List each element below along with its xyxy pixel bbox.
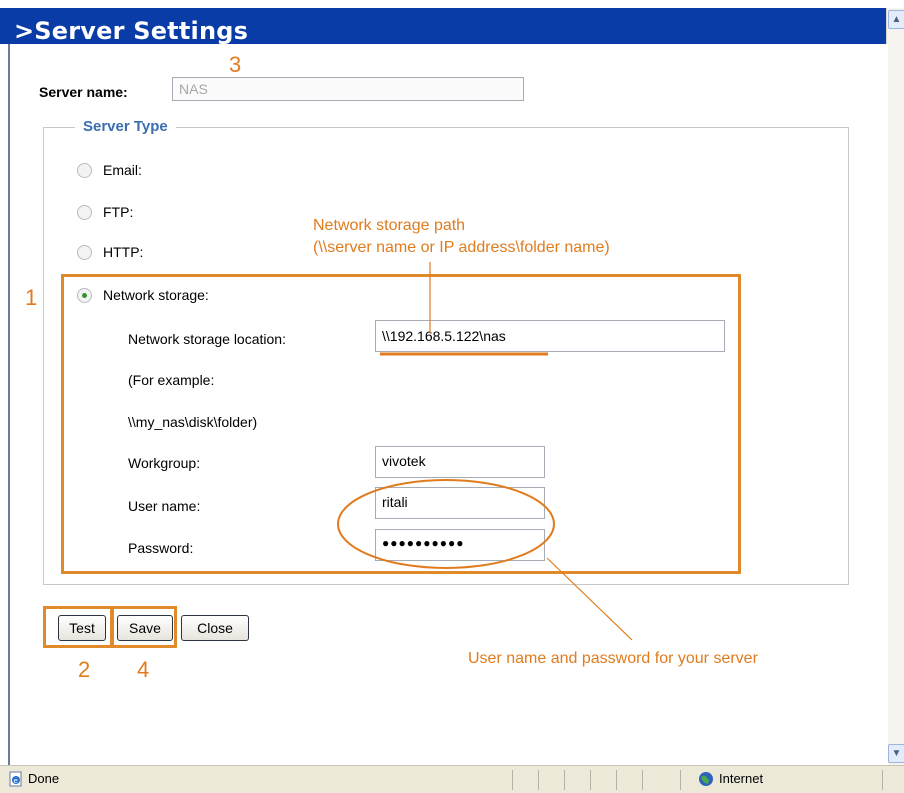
globe-icon — [698, 771, 714, 787]
annotation-path-line2: (\\server name or IP address\folder name… — [313, 239, 610, 256]
annotation-path-line1: Network storage path — [313, 217, 466, 234]
annotation-credentials: User name and password for your server — [468, 650, 758, 667]
annotation-number-2: 2 — [78, 657, 91, 682]
svg-text:e: e — [14, 777, 18, 785]
ie-page-icon: e — [8, 771, 24, 787]
status-text: Done — [28, 771, 60, 786]
annotation-lines — [337, 262, 633, 641]
zone-text: Internet — [719, 771, 764, 786]
annotation-number-3: 3 — [229, 52, 242, 77]
annotation-number-1: 1 — [25, 285, 38, 310]
annotation-number-4: 4 — [137, 657, 150, 682]
status-bar: e Done Internet — [0, 765, 904, 793]
